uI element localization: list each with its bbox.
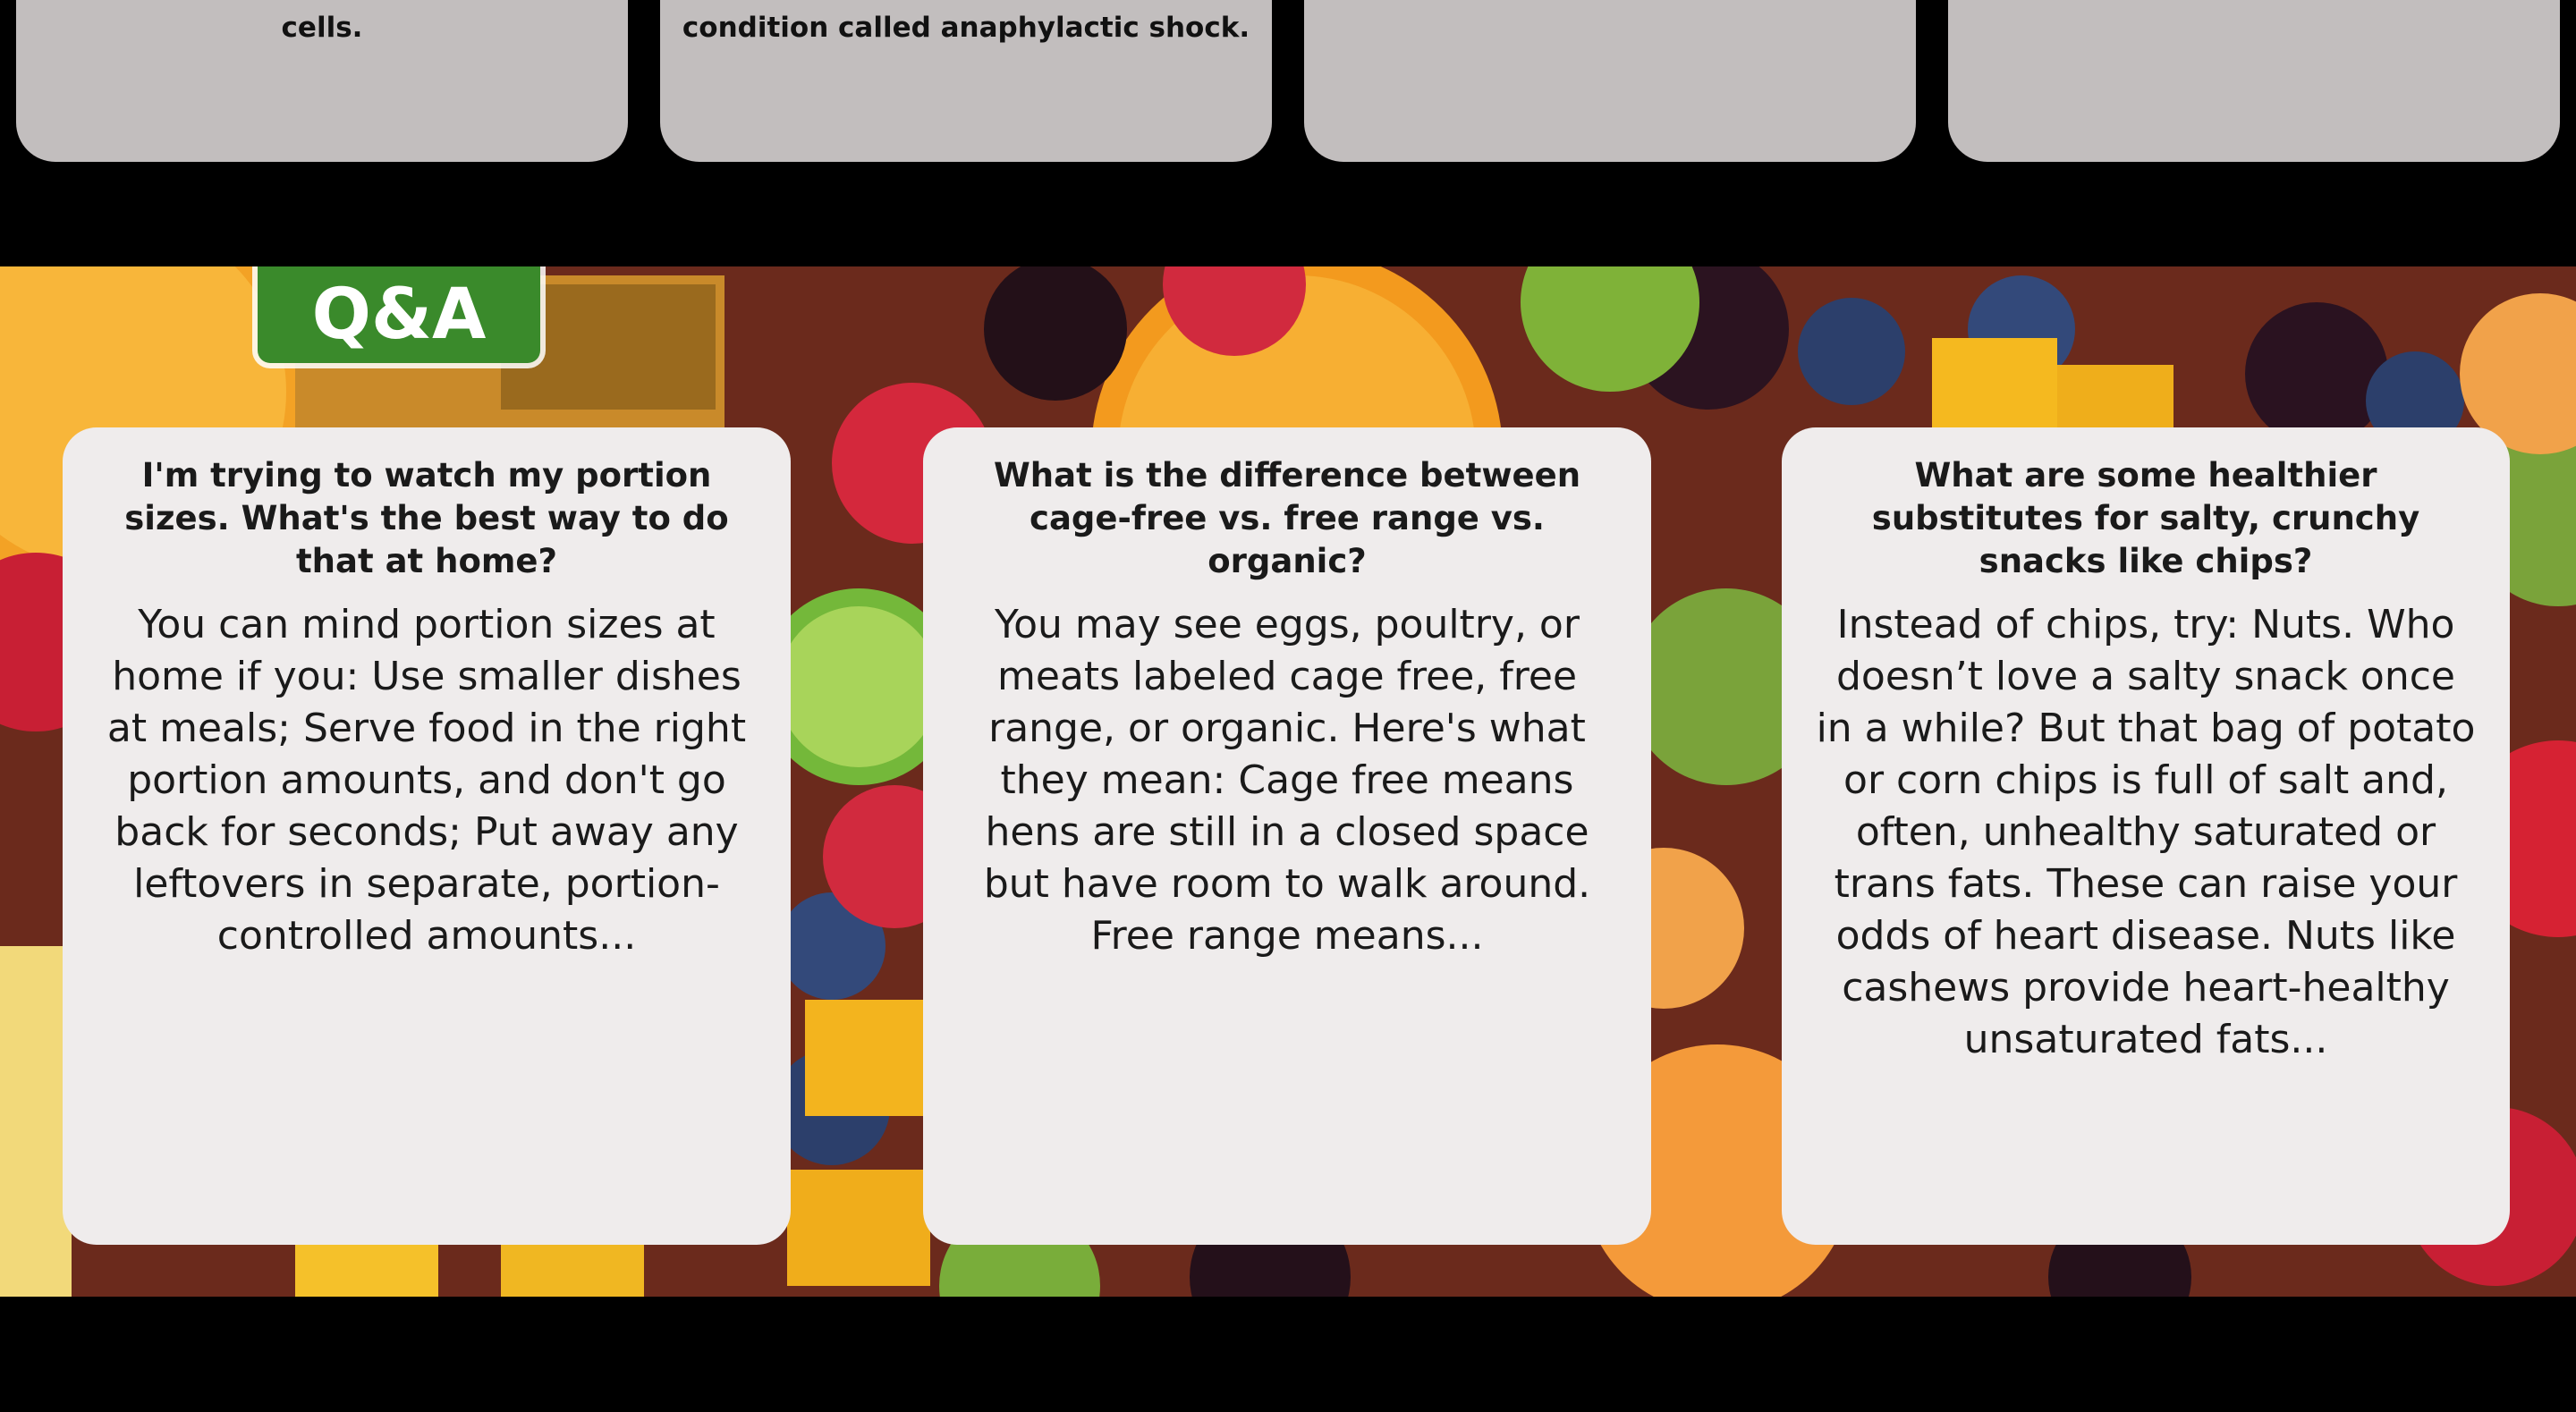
top-card-4 [1948,0,2560,162]
qa-card-portion-sizes[interactable]: I'm trying to watch my portion sizes. Wh… [63,427,791,1245]
top-card-2-text: condition called anaphylactic shock. [682,12,1250,44]
qa-card-cage-free[interactable]: What is the difference between cage-free… [923,427,1651,1245]
qa-answer: Instead of chips, try: Nuts. Who doesn’t… [1816,602,2476,1062]
bottom-spacer [0,1297,2576,1412]
qa-card-snack-substitutes[interactable]: What are some healthier substitutes for … [1782,427,2510,1245]
qa-answer: You may see eggs, poultry, or meats labe… [983,602,1591,959]
qa-question: What is the difference between cage-free… [993,456,1581,580]
qa-answer: You can mind portion sizes at home if yo… [106,602,747,959]
qa-question: I'm trying to watch my portion sizes. Wh… [124,456,729,580]
top-card-3 [1304,0,1916,162]
top-card-1: cells. [16,0,628,162]
top-card-1-text: cells. [281,12,363,44]
qa-question: What are some healthier substitutes for … [1871,456,2420,580]
top-card-strip: cells. condition called anaphylactic sho… [0,0,2576,266]
qa-badge: Q&A [258,266,540,363]
top-card-2: condition called anaphylactic shock. [660,0,1272,162]
qa-section: Q&A I'm trying to watch my portion sizes… [0,266,2576,1297]
